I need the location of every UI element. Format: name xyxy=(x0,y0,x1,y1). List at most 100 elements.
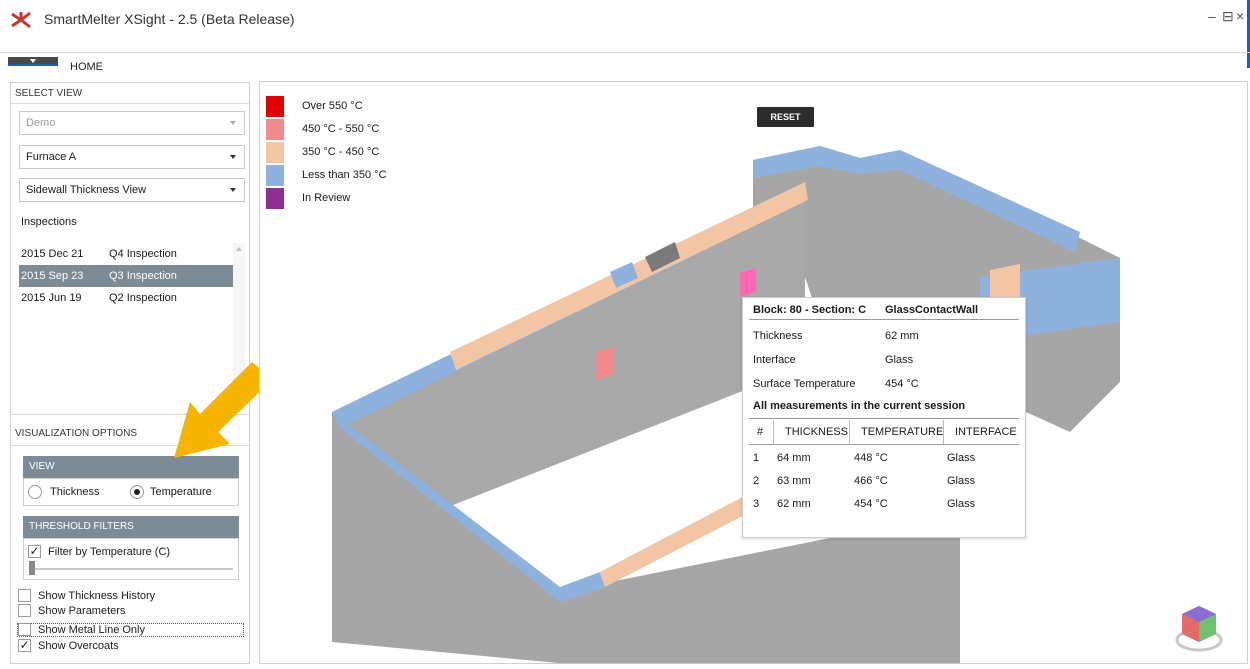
filter-temperature-checkbox[interactable]: ✓ xyxy=(28,545,41,558)
table-cell: Glass xyxy=(947,452,976,464)
legend-swatch xyxy=(266,96,284,118)
legend-item: In Review xyxy=(266,188,446,210)
chevron-down-icon xyxy=(230,155,236,159)
surface-temp-label: Surface Temperature xyxy=(753,378,856,390)
view-group: Thickness Temperature xyxy=(23,478,239,506)
view-select[interactable]: Sidewall Thickness View xyxy=(19,178,245,202)
table-cell: 1 xyxy=(753,452,760,464)
table-cell: 62 mm xyxy=(777,498,811,510)
furnace-3d-viewport[interactable]: Over 550 °C 450 °C - 550 °C 350 °C - 450… xyxy=(259,81,1248,664)
legend-label: Less than 350 °C xyxy=(302,169,387,181)
table-cell: 2 xyxy=(753,475,760,487)
legend-label: 450 °C - 550 °C xyxy=(302,123,380,135)
measurements-subheader: All measurements in the current session xyxy=(753,400,966,412)
divider xyxy=(749,418,1019,419)
thickness-value: 62 mm xyxy=(885,330,919,342)
col-divider xyxy=(849,420,850,444)
legend-swatch xyxy=(266,119,284,141)
thickness-label: Thickness xyxy=(753,330,803,342)
pointer-arrow-icon xyxy=(174,362,270,458)
list-item[interactable]: 2015 Dec 21 Q4 Inspection xyxy=(19,243,233,265)
divider xyxy=(749,444,1019,445)
thickness-radio-label[interactable]: Thickness xyxy=(50,486,100,498)
show-metal-line-label[interactable]: Show Metal Line Only xyxy=(38,624,145,636)
block-red xyxy=(596,346,614,380)
table-cell: 466 °C xyxy=(854,475,888,487)
show-metal-line-checkbox[interactable] xyxy=(18,623,31,636)
block-pink xyxy=(740,268,756,296)
temperature-slider-thumb[interactable] xyxy=(29,561,35,575)
inspection-date: 2015 Dec 21 xyxy=(21,248,84,260)
col-temperature: TEMPERATURE xyxy=(861,426,944,438)
app-logo-icon xyxy=(11,11,31,29)
inspection-name: Q2 Inspection xyxy=(109,292,177,304)
legend-item: 450 °C - 550 °C xyxy=(266,119,446,141)
inspection-name: Q4 Inspection xyxy=(109,248,177,260)
scroll-up-icon[interactable] xyxy=(236,247,242,251)
divider xyxy=(11,103,249,104)
plant-select-value: Demo xyxy=(26,117,56,129)
show-overcoats-label[interactable]: Show Overcoats xyxy=(38,640,119,652)
popup-wall-title: GlassContactWall xyxy=(885,304,979,316)
plant-select[interactable]: Demo xyxy=(19,111,245,135)
show-overcoats-checkbox[interactable]: ✓ xyxy=(18,639,31,652)
interface-label: Interface xyxy=(753,354,796,366)
list-item[interactable]: 2015 Jun 19 Q2 Inspection xyxy=(19,287,233,309)
legend-swatch xyxy=(266,142,284,164)
table-cell: 64 mm xyxy=(777,452,811,464)
visualization-options-header: VISUALIZATION OPTIONS xyxy=(15,428,138,439)
inspections-label: Inspections xyxy=(21,216,77,228)
legend-item: Over 550 °C xyxy=(266,96,446,118)
table-cell: Glass xyxy=(947,498,976,510)
window-title: SmartMelter XSight - 2.5 (Beta Release) xyxy=(44,11,295,27)
legend-label: In Review xyxy=(302,192,351,204)
legend-label: 350 °C - 450 °C xyxy=(302,146,380,158)
minimize-button[interactable]: – xyxy=(1208,8,1216,24)
temperature-radio[interactable] xyxy=(130,485,144,499)
show-thickness-history-checkbox[interactable] xyxy=(18,589,31,602)
legend-label: Over 550 °C xyxy=(302,100,363,112)
select-view-header: SELECT VIEW xyxy=(15,88,83,99)
table-cell: 448 °C xyxy=(854,452,888,464)
show-parameters-label[interactable]: Show Parameters xyxy=(38,605,125,617)
temperature-slider[interactable] xyxy=(29,568,233,570)
furnace-select-value: Furnace A xyxy=(26,151,77,163)
furnace-select[interactable]: Furnace A xyxy=(19,145,245,169)
close-button[interactable]: × xyxy=(1236,8,1244,24)
col-index: # xyxy=(757,426,764,438)
view-select-value: Sidewall Thickness View xyxy=(26,184,147,196)
interface-value: Glass xyxy=(885,354,914,366)
menu-dropdown-icon[interactable] xyxy=(8,57,58,66)
show-parameters-checkbox[interactable] xyxy=(18,604,31,617)
popup-block-title: Block: 80 - Section: C xyxy=(753,304,867,316)
checkmark-icon: ✓ xyxy=(19,638,30,652)
col-divider xyxy=(943,420,944,444)
table-cell: 3 xyxy=(753,498,760,510)
restore-button[interactable]: ⊟ xyxy=(1222,8,1234,25)
divider xyxy=(749,319,1019,320)
reset-button[interactable]: RESET xyxy=(757,107,814,127)
nav-cube-icon[interactable] xyxy=(1174,598,1224,653)
legend-item: Less than 350 °C xyxy=(266,165,446,187)
thickness-radio[interactable] xyxy=(28,485,42,499)
col-interface: INTERFACE xyxy=(955,426,1017,438)
legend-swatch xyxy=(266,188,284,210)
list-item[interactable]: 2015 Sep 23 Q3 Inspection xyxy=(19,265,233,287)
inspection-name: Q3 Inspection xyxy=(109,270,177,282)
filter-temperature-label[interactable]: Filter by Temperature (C) xyxy=(48,546,170,558)
col-thickness: THICKNESS xyxy=(785,426,848,438)
show-thickness-history-label[interactable]: Show Thickness History xyxy=(38,590,155,602)
chevron-down-icon xyxy=(230,188,236,192)
inspection-date: 2015 Jun 19 xyxy=(21,292,82,304)
threshold-group: ✓ Filter by Temperature (C) xyxy=(23,538,239,580)
menu-bar: HOME xyxy=(0,52,1250,76)
block-info-popup: Block: 80 - Section: C GlassContactWall … xyxy=(742,297,1026,538)
legend-swatch xyxy=(266,165,284,187)
home-tab[interactable]: HOME xyxy=(70,61,103,73)
table-cell: 454 °C xyxy=(854,498,888,510)
table-cell: Glass xyxy=(947,475,976,487)
chevron-down-icon xyxy=(230,121,236,125)
threshold-filters-header: THRESHOLD FILTERS xyxy=(23,516,239,538)
temperature-radio-label[interactable]: Temperature xyxy=(150,486,212,498)
surface-temp-value: 454 °C xyxy=(885,378,919,390)
